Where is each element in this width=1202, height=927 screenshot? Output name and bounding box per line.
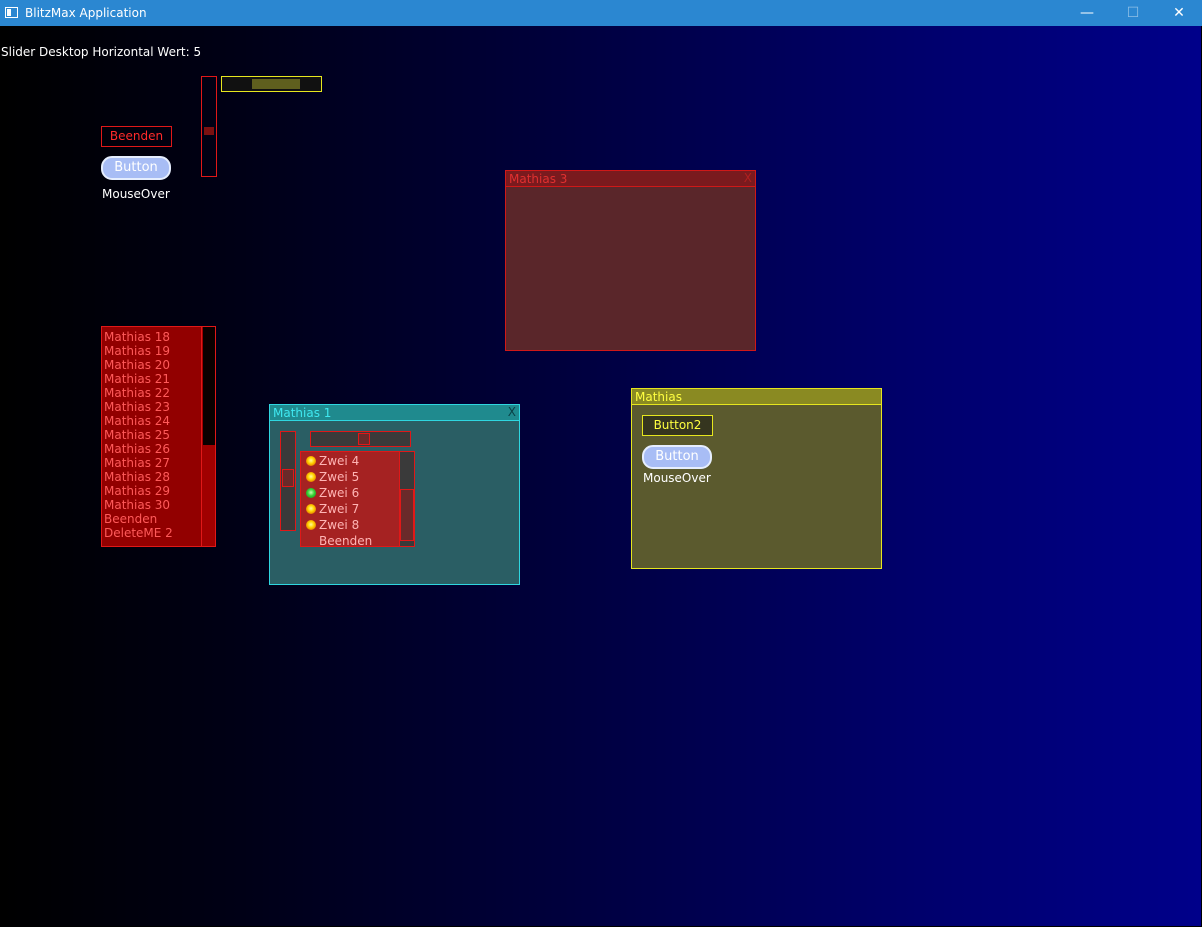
list-item[interactable]: DeleteME 2 <box>104 526 173 540</box>
window-mathias3-titlebar[interactable]: Mathias 3 <box>506 171 755 187</box>
list-item[interactable]: Mathias 19 <box>104 344 170 358</box>
beenden-button[interactable]: Beenden <box>101 126 172 147</box>
status-orange-icon <box>306 520 316 530</box>
desktop-mouseover-label: MouseOver <box>102 187 170 201</box>
list-item[interactable]: Mathias 18 <box>104 330 170 344</box>
window-titlebar: BlitzMax Application — ☐ ✕ <box>0 0 1202 26</box>
vertical-slider-thumb[interactable] <box>204 127 214 135</box>
status-orange-icon <box>306 472 316 482</box>
desktop-canvas: Slider Desktop Horizontal Wert: 5 Beende… <box>1 26 1201 926</box>
window-mathias1-titlebar[interactable]: Mathias 1 <box>270 405 519 421</box>
list-item[interactable]: Zwei 5 <box>319 470 359 484</box>
list-item[interactable]: Mathias 21 <box>104 372 170 386</box>
list-item[interactable]: Zwei 6 <box>319 486 359 500</box>
list-item[interactable]: Mathias 29 <box>104 484 170 498</box>
mathias1-listbox[interactable]: Zwei 4 Zwei 5 Zwei 6 Zwei 7 Zwei 8 Beenden <box>300 451 415 548</box>
maximize-button[interactable]: ☐ <box>1110 0 1156 26</box>
status-text: Slider Desktop Horizontal Wert: 5 <box>1 45 202 59</box>
mathias-mouseover-label: MouseOver <box>643 471 711 485</box>
window-mathias3-close-button[interactable]: X <box>744 171 752 185</box>
list-item[interactable]: Zwei 4 <box>319 454 359 468</box>
list-item[interactable]: Mathias 30 <box>104 498 170 512</box>
minimize-icon: — <box>1080 5 1094 21</box>
list-item[interactable]: Mathias 20 <box>104 358 170 372</box>
list-item[interactable]: Zwei 8 <box>319 518 359 532</box>
desktop-listbox[interactable]: Mathias 18 Mathias 19 Mathias 20 Mathias 21… <box>101 326 216 547</box>
window-mathias-titlebar[interactable]: Mathias <box>632 389 881 405</box>
mathias1-listbox-scrollbar[interactable] <box>399 452 414 546</box>
mathias1-horizontal-slider-thumb[interactable] <box>358 433 370 445</box>
list-item[interactable]: Mathias 22 <box>104 386 170 400</box>
list-item[interactable]: Mathias 24 <box>104 414 170 428</box>
list-item[interactable]: Beenden <box>104 512 157 526</box>
button2[interactable]: Button2 <box>642 415 713 436</box>
list-item[interactable]: Mathias 27 <box>104 456 170 470</box>
status-orange-icon <box>306 456 316 466</box>
app-icon <box>5 7 18 18</box>
mathias1-horizontal-slider[interactable] <box>310 431 411 447</box>
close-button[interactable]: ✕ <box>1156 0 1202 26</box>
mathias1-listbox-scrollbar-thumb[interactable] <box>400 489 414 541</box>
status-orange-icon <box>306 504 316 514</box>
window-mathias1[interactable]: Mathias 1 X Zwei 4 Zwei 5 Zwei 6 Zwei 7 Zwei… <box>269 404 520 585</box>
horizontal-slider-thumb[interactable] <box>252 79 300 89</box>
list-item[interactable]: Mathias 23 <box>104 400 170 414</box>
window-mathias1-title: Mathias 1 <box>273 406 332 420</box>
mathias1-vertical-slider[interactable] <box>280 431 296 531</box>
list-item[interactable]: Mathias 25 <box>104 428 170 442</box>
desktop-pill-button[interactable]: Button <box>101 156 171 180</box>
close-icon: ✕ <box>1173 5 1185 21</box>
list-item[interactable]: Mathias 26 <box>104 442 170 456</box>
list-item[interactable]: Mathias 28 <box>104 470 170 484</box>
mathias-pill-button[interactable]: Button <box>642 445 712 469</box>
minimize-button[interactable]: — <box>1064 0 1110 26</box>
window-mathias[interactable]: Mathias Button2 Button MouseOver <box>631 388 882 569</box>
desktop-horizontal-slider[interactable] <box>221 76 322 92</box>
window-mathias1-close-button[interactable]: X <box>508 405 516 419</box>
maximize-icon: ☐ <box>1126 5 1140 21</box>
desktop-vertical-slider[interactable] <box>201 76 217 177</box>
window-mathias3[interactable]: Mathias 3 X <box>505 170 756 351</box>
listbox-scrollbar-thumb[interactable] <box>203 327 215 445</box>
window-title: BlitzMax Application <box>25 6 147 20</box>
window-mathias3-title: Mathias 3 <box>509 172 568 186</box>
list-item[interactable]: Beenden <box>319 534 372 548</box>
list-item[interactable]: Zwei 7 <box>319 502 359 516</box>
status-green-icon <box>306 488 316 498</box>
window-mathias-title: Mathias <box>635 390 682 404</box>
listbox-scrollbar[interactable] <box>201 327 215 546</box>
mathias1-vertical-slider-thumb[interactable] <box>282 469 294 487</box>
